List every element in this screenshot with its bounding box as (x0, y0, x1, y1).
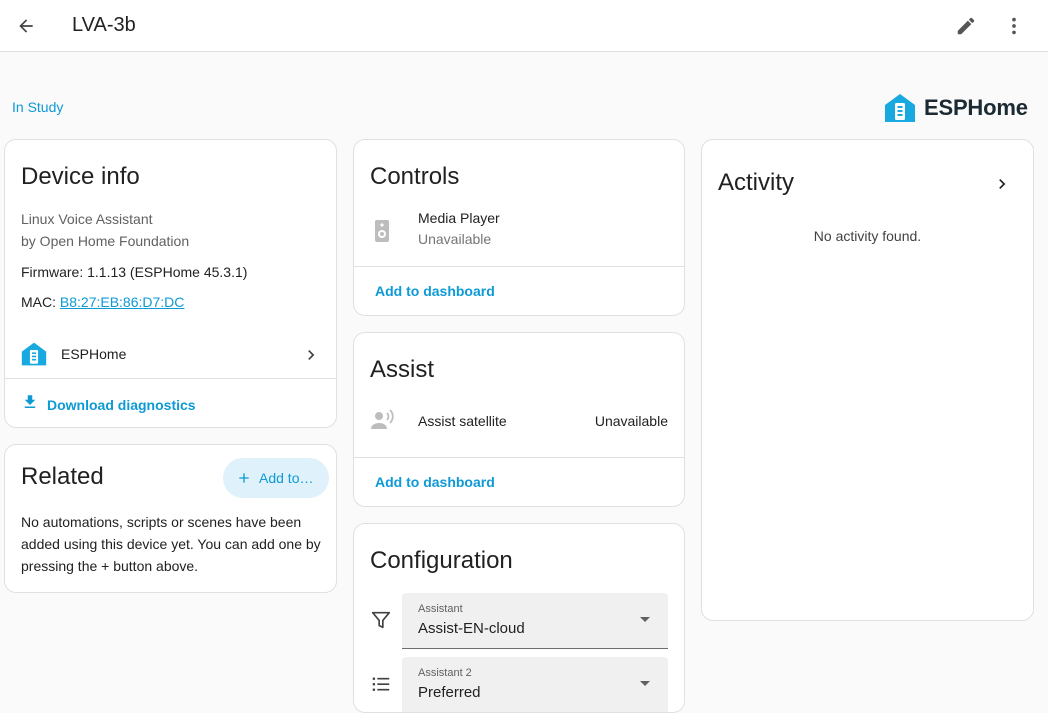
entity-state: Unavailable (594, 413, 668, 429)
card-title: Related (21, 463, 104, 490)
integration-label: ESPHome (61, 346, 127, 362)
controls-card: Controls Media Player Unavailable Add to… (353, 139, 685, 316)
mac-link[interactable]: B8:27:EB:86:D7:DC (60, 294, 185, 310)
top-app-bar: LVA-3b (0, 0, 1048, 52)
select-label: Assistant 2 (418, 667, 472, 679)
mac-label: MAC: (21, 294, 60, 310)
esphome-icon (21, 341, 47, 372)
assist-card: Assist Assist satellite Unavailable Add … (353, 332, 685, 507)
card-title: Controls (370, 163, 460, 190)
entity-row-assist-satellite[interactable]: Assist satellite Unavailable (354, 403, 684, 439)
integration-row[interactable]: ESPHome (5, 333, 336, 377)
device-model: Linux Voice Assistant (21, 211, 153, 227)
card-title: Assist (370, 356, 435, 383)
device-firmware: Firmware: 1.1.13 (ESPHome 45.3.1) (21, 264, 248, 280)
brand-logo: ESPHome (884, 92, 1028, 124)
divider (354, 266, 684, 267)
divider (5, 378, 336, 379)
dots-vertical-icon[interactable] (1000, 12, 1028, 40)
brand-name: ESPHome (924, 95, 1028, 120)
entity-state: Unavailable (418, 231, 492, 247)
arrow-left-icon[interactable] (12, 12, 40, 40)
chevron-right-icon[interactable] (992, 174, 1012, 199)
add-to-label: Add to… (259, 470, 314, 486)
config-row-assistant: Assistant Assist-EN-cloud (354, 593, 684, 649)
esphome-logo-icon (885, 94, 915, 122)
card-title: Device info (21, 163, 140, 190)
download-diagnostics-button[interactable]: Download diagnostics (21, 393, 196, 416)
area-link[interactable]: In Study (12, 99, 63, 115)
device-mac: MAC: B8:27:EB:86:D7:DC (21, 294, 184, 310)
related-empty-message: No automations, scripts or scenes have b… (21, 514, 321, 574)
entity-name: Assist satellite (418, 413, 507, 429)
entity-name: Media Player (418, 210, 500, 226)
menu-down-icon (640, 617, 650, 622)
page-title: LVA-3b (72, 14, 136, 36)
config-row-assistant-2: Assistant 2 Preferred (354, 657, 684, 712)
card-title: Activity (718, 169, 795, 196)
add-to-dashboard-button[interactable]: Add to dashboard (375, 474, 495, 490)
add-to-button[interactable]: Add to… (223, 458, 329, 498)
configuration-card: Configuration Assistant Assist-EN-cloud … (353, 523, 685, 713)
select-value: Preferred (418, 684, 481, 701)
assistant-2-select[interactable]: Assistant 2 Preferred (402, 657, 668, 712)
speaker-icon (370, 218, 394, 249)
entity-row-media-player[interactable]: Media Player Unavailable (354, 204, 684, 260)
chevron-right-icon (301, 345, 321, 370)
download-diagnostics-label: Download diagnostics (47, 396, 196, 413)
select-value: Assist-EN-cloud (418, 620, 525, 637)
assistant-select[interactable]: Assistant Assist-EN-cloud (402, 593, 668, 649)
pencil-icon[interactable] (952, 12, 980, 40)
device-info-card: Device info Linux Voice Assistant by Ope… (4, 139, 337, 428)
divider (354, 457, 684, 458)
select-label: Assistant (418, 603, 463, 615)
format-list-icon (370, 673, 392, 700)
plus-icon (235, 469, 253, 487)
related-card: Related Add to… No automations, scripts … (4, 444, 337, 593)
activity-card: Activity No activity found. (701, 139, 1034, 621)
device-manufacturer: by Open Home Foundation (21, 233, 190, 249)
add-to-dashboard-button[interactable]: Add to dashboard (375, 283, 495, 299)
menu-down-icon (640, 681, 650, 686)
filter-icon (370, 609, 392, 636)
activity-empty-message: No activity found. (813, 228, 922, 244)
download-icon (21, 393, 39, 416)
account-voice-icon (370, 409, 396, 436)
card-title: Configuration (370, 547, 513, 574)
